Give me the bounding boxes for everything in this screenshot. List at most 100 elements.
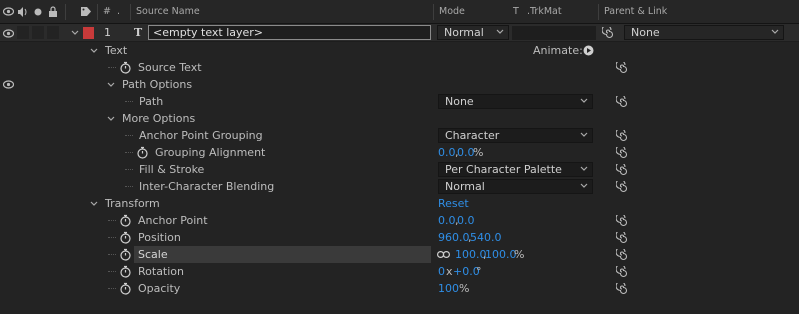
transform-label: Transform [105, 197, 160, 210]
stopwatch-icon[interactable] [119, 61, 132, 74]
column-source-name[interactable]: Source Name [136, 0, 200, 24]
column-trkmat[interactable]: .TrkMat [527, 0, 562, 24]
column-number[interactable]: # [103, 0, 111, 24]
stopwatch-icon[interactable] [119, 282, 132, 295]
rotation-row[interactable]: Rotation 0 x +0.0 ° [0, 263, 799, 280]
eye-icon[interactable] [3, 7, 14, 16]
path-row[interactable]: Path None [0, 93, 799, 110]
grouping-alignment-x[interactable]: 0.0 [438, 144, 456, 161]
layer-mode-value: Normal [444, 26, 484, 39]
rotation-turns[interactable]: 0 [438, 263, 445, 280]
pickwhip-icon[interactable] [616, 232, 628, 244]
column-t[interactable]: T [513, 0, 519, 24]
fill-stroke-dropdown[interactable]: Per Character Palette [438, 162, 593, 177]
chevron-down-icon[interactable] [90, 201, 98, 207]
transform-reset-link[interactable]: Reset [438, 195, 469, 212]
source-text-row[interactable]: Source Text [0, 59, 799, 76]
tree-line [125, 135, 133, 138]
position-y[interactable]: 540.0 [470, 229, 502, 246]
tree-line [108, 220, 116, 223]
parent-dropdown[interactable]: None [624, 25, 784, 40]
audio-icon[interactable] [17, 7, 29, 17]
label-tag-icon[interactable] [80, 6, 92, 17]
column-parent-link[interactable]: Parent & Link [604, 0, 667, 24]
stopwatch-icon[interactable] [119, 248, 132, 261]
layer-mode-dropdown[interactable]: Normal [437, 25, 509, 40]
animate-play-icon[interactable] [583, 45, 594, 56]
pickwhip-icon[interactable] [616, 96, 628, 108]
chevron-down-icon[interactable] [107, 116, 115, 122]
path-options-row[interactable]: Path Options [0, 76, 799, 93]
inter-character-blending-dropdown[interactable]: Normal [438, 179, 593, 194]
column-mode[interactable]: Mode [439, 0, 465, 24]
path-options-label: Path Options [122, 78, 193, 91]
tree-line [108, 271, 116, 274]
lock-icon[interactable] [48, 6, 58, 17]
scale-unit: % [514, 248, 525, 261]
grouping-alignment-y[interactable]: 0.0 [457, 144, 475, 161]
opacity-value[interactable]: 100 [438, 280, 459, 297]
chevron-down-icon [580, 98, 588, 103]
path-dropdown[interactable]: None [438, 94, 593, 109]
pickwhip-icon[interactable] [616, 164, 628, 176]
opacity-row[interactable]: Opacity 100 % [0, 280, 799, 297]
audio-switch[interactable] [17, 26, 29, 39]
eye-icon[interactable] [3, 29, 14, 38]
rotation-unit: ° [476, 265, 482, 278]
more-options-label: More Options [122, 112, 196, 125]
anchor-point-row[interactable]: Anchor Point 0.0 , 0.0 [0, 212, 799, 229]
timeline-header: # . Source Name Mode T .TrkMat Parent & … [0, 0, 799, 24]
pickwhip-icon[interactable] [616, 283, 628, 295]
rotation-label: Rotation [138, 265, 185, 278]
more-options-row[interactable]: More Options [0, 110, 799, 127]
anchor-point-x[interactable]: 0.0 [438, 212, 456, 229]
lock-switch[interactable] [47, 26, 59, 39]
tree-line [125, 169, 133, 172]
pickwhip-icon[interactable] [616, 249, 628, 261]
stopwatch-icon[interactable] [119, 231, 132, 244]
solo-icon[interactable] [34, 8, 42, 16]
inter-character-blending-row[interactable]: Inter-Character Blending Normal [0, 178, 799, 195]
fill-stroke-row[interactable]: Fill & Stroke Per Character Palette [0, 161, 799, 178]
parent-value: None [631, 26, 660, 39]
trkmat-field[interactable] [512, 26, 596, 40]
pickwhip-icon[interactable] [616, 147, 628, 159]
scale-y[interactable]: 100.0 [485, 246, 517, 263]
pickwhip-icon[interactable] [616, 266, 628, 278]
anchor-point-grouping-dropdown[interactable]: Character [438, 128, 593, 143]
text-group-row[interactable]: Text Animate: [0, 42, 799, 59]
stopwatch-icon[interactable] [136, 146, 149, 159]
layer-number: 1 [104, 26, 111, 39]
position-label: Position [138, 231, 181, 244]
anchor-point-y[interactable]: 0.0 [457, 212, 475, 229]
text-group-label: Text [105, 44, 128, 57]
pickwhip-icon[interactable] [602, 27, 614, 39]
transform-row[interactable]: Transform Reset [0, 195, 799, 212]
animate-label[interactable]: Animate: [533, 42, 583, 59]
pickwhip-icon[interactable] [616, 215, 628, 227]
column-dot: . [117, 6, 121, 17]
solo-switch[interactable] [32, 26, 44, 39]
anchor-point-label: Anchor Point [138, 214, 208, 227]
pickwhip-icon[interactable] [616, 181, 628, 193]
anchor-point-grouping-row[interactable]: Anchor Point Grouping Character [0, 127, 799, 144]
stopwatch-icon[interactable] [119, 214, 132, 227]
tree-line [125, 152, 133, 155]
layer-row[interactable]: 1 T <empty text layer> Normal None [0, 24, 799, 42]
inter-character-blending-value: Normal [445, 180, 485, 193]
chevron-down-icon[interactable] [71, 30, 79, 36]
position-row[interactable]: Position 960.0 , 540.0 [0, 229, 799, 246]
label-color-swatch[interactable] [83, 27, 94, 39]
pickwhip-icon[interactable] [616, 62, 628, 74]
scale-row[interactable]: Scale 100.0 , 100.0 % [0, 246, 799, 263]
layer-name[interactable]: <empty text layer> [153, 24, 263, 42]
grouping-alignment-row[interactable]: Grouping Alignment 0.0 , 0.0 % [0, 144, 799, 161]
stopwatch-icon[interactable] [119, 265, 132, 278]
chevron-down-icon[interactable] [90, 48, 98, 54]
pickwhip-icon[interactable] [616, 130, 628, 142]
constrain-proportions-link-icon[interactable] [437, 251, 450, 258]
eye-icon[interactable] [3, 80, 14, 89]
chevron-down-icon[interactable] [107, 82, 115, 88]
position-x[interactable]: 960.0 [438, 229, 470, 246]
scale-x[interactable]: 100.0 [455, 246, 487, 263]
